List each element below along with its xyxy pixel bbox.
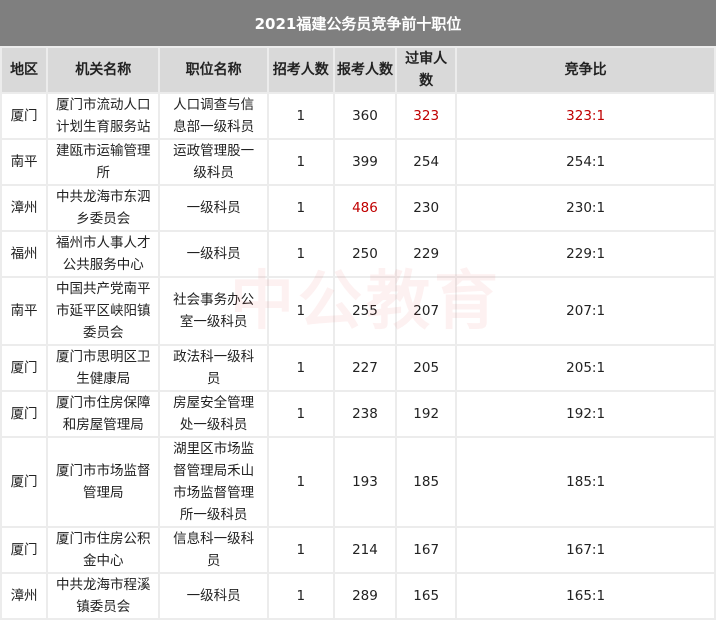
cell-agency: 建瓯市运输管理所 [48, 140, 159, 184]
cell-ratio: 229:1 [457, 232, 714, 276]
cell-ratio: 230:1 [457, 186, 714, 230]
table-title: 2021福建公务员竞争前十职位 [0, 0, 716, 46]
table-row: 漳州 中共龙海市东泗乡委员会 一级科员 1 486 230 230:1 [2, 186, 714, 230]
cell-region: 厦门 [2, 346, 47, 390]
table-row: 厦门 厦门市思明区卫生健康局 政法科一级科员 1 227 205 205:1 [2, 346, 714, 390]
cell-position: 一级科员 [160, 186, 267, 230]
cell-region: 福州 [2, 232, 47, 276]
cell-applicants: 360 [334, 94, 396, 138]
header-region: 地区 [2, 48, 47, 92]
cell-applicants: 289 [334, 574, 396, 618]
cell-applicants: 193 [334, 438, 396, 526]
cell-recruits: 1 [268, 186, 333, 230]
cell-approved: 185 [397, 438, 456, 526]
cell-approved: 230 [397, 186, 456, 230]
cell-agency: 中国共产党南平市延平区峡阳镇委员会 [48, 278, 159, 344]
cell-recruits: 1 [268, 94, 333, 138]
cell-applicants: 250 [334, 232, 396, 276]
table-row: 福州 福州市人事人才公共服务中心 一级科员 1 250 229 229:1 [2, 232, 714, 276]
cell-agency: 厦门市市场监督管理局 [48, 438, 159, 526]
cell-position: 一级科员 [160, 232, 267, 276]
cell-recruits: 1 [268, 140, 333, 184]
cell-agency: 福州市人事人才公共服务中心 [48, 232, 159, 276]
table-row: 南平 中国共产党南平市延平区峡阳镇委员会 社会事务办公室一级科员 1 255 207 207… [2, 278, 714, 344]
header-ratio: 竞争比 [457, 48, 714, 92]
cell-region: 厦门 [2, 528, 47, 572]
header-recruits: 招考人数 [268, 48, 333, 92]
cell-ratio: 207:1 [457, 278, 714, 344]
header-row: 地区 机关名称 职位名称 招考人数 报考人数 过审人数 竞争比 [2, 48, 714, 92]
cell-applicants: 486 [334, 186, 396, 230]
cell-position: 信息科一级科员 [160, 528, 267, 572]
cell-region: 漳州 [2, 186, 47, 230]
cell-region: 厦门 [2, 438, 47, 526]
cell-ratio: 254:1 [457, 140, 714, 184]
cell-position: 房屋安全管理处一级科员 [160, 392, 267, 436]
cell-agency: 厦门市住房公积金中心 [48, 528, 159, 572]
cell-region: 厦门 [2, 94, 47, 138]
cell-recruits: 1 [268, 528, 333, 572]
cell-agency: 厦门市住房保障和房屋管理局 [48, 392, 159, 436]
cell-recruits: 1 [268, 346, 333, 390]
cell-approved: 165 [397, 574, 456, 618]
cell-applicants: 214 [334, 528, 396, 572]
table-row: 厦门 厦门市流动人口计划生育服务站 人口调查与信息部一级科员 1 360 323 323:1 [2, 94, 714, 138]
cell-ratio: 167:1 [457, 528, 714, 572]
cell-position: 政法科一级科员 [160, 346, 267, 390]
cell-ratio: 323:1 [457, 94, 714, 138]
cell-applicants: 399 [334, 140, 396, 184]
cell-applicants: 238 [334, 392, 396, 436]
cell-region: 南平 [2, 278, 47, 344]
table-row: 厦门 厦门市住房公积金中心 信息科一级科员 1 214 167 167:1 [2, 528, 714, 572]
cell-region: 漳州 [2, 574, 47, 618]
ranking-table: 地区 机关名称 职位名称 招考人数 报考人数 过审人数 竞争比 厦门 厦门市流动人口计划生育服… [0, 46, 716, 620]
cell-ratio: 165:1 [457, 574, 714, 618]
cell-recruits: 1 [268, 278, 333, 344]
table-row: 南平 建瓯市运输管理所 运政管理股一级科员 1 399 254 254:1 [2, 140, 714, 184]
cell-position: 湖里区市场监督管理局禾山市场监督管理所一级科员 [160, 438, 267, 526]
cell-agency: 厦门市流动人口计划生育服务站 [48, 94, 159, 138]
cell-approved: 254 [397, 140, 456, 184]
cell-region: 厦门 [2, 392, 47, 436]
cell-position: 人口调查与信息部一级科员 [160, 94, 267, 138]
cell-agency: 中共龙海市程溪镇委员会 [48, 574, 159, 618]
cell-ratio: 192:1 [457, 392, 714, 436]
cell-approved: 167 [397, 528, 456, 572]
cell-approved: 205 [397, 346, 456, 390]
cell-approved: 192 [397, 392, 456, 436]
header-applicants: 报考人数 [334, 48, 396, 92]
cell-position: 运政管理股一级科员 [160, 140, 267, 184]
cell-agency: 中共龙海市东泗乡委员会 [48, 186, 159, 230]
cell-region: 南平 [2, 140, 47, 184]
cell-recruits: 1 [268, 438, 333, 526]
cell-recruits: 1 [268, 574, 333, 618]
header-agency: 机关名称 [48, 48, 159, 92]
table-row: 漳州 中共龙海市程溪镇委员会 一级科员 1 289 165 165:1 [2, 574, 714, 618]
table-row: 厦门 厦门市住房保障和房屋管理局 房屋安全管理处一级科员 1 238 192 192:1 [2, 392, 714, 436]
cell-position: 社会事务办公室一级科员 [160, 278, 267, 344]
cell-recruits: 1 [268, 392, 333, 436]
cell-applicants: 255 [334, 278, 396, 344]
cell-ratio: 205:1 [457, 346, 714, 390]
table-row: 厦门 厦门市市场监督管理局 湖里区市场监督管理局禾山市场监督管理所一级科员 1 193 1… [2, 438, 714, 526]
cell-approved: 207 [397, 278, 456, 344]
cell-recruits: 1 [268, 232, 333, 276]
header-position: 职位名称 [160, 48, 267, 92]
cell-agency: 厦门市思明区卫生健康局 [48, 346, 159, 390]
cell-applicants: 227 [334, 346, 396, 390]
header-approved: 过审人数 [397, 48, 456, 92]
cell-approved: 229 [397, 232, 456, 276]
cell-position: 一级科员 [160, 574, 267, 618]
cell-approved: 323 [397, 94, 456, 138]
cell-ratio: 185:1 [457, 438, 714, 526]
